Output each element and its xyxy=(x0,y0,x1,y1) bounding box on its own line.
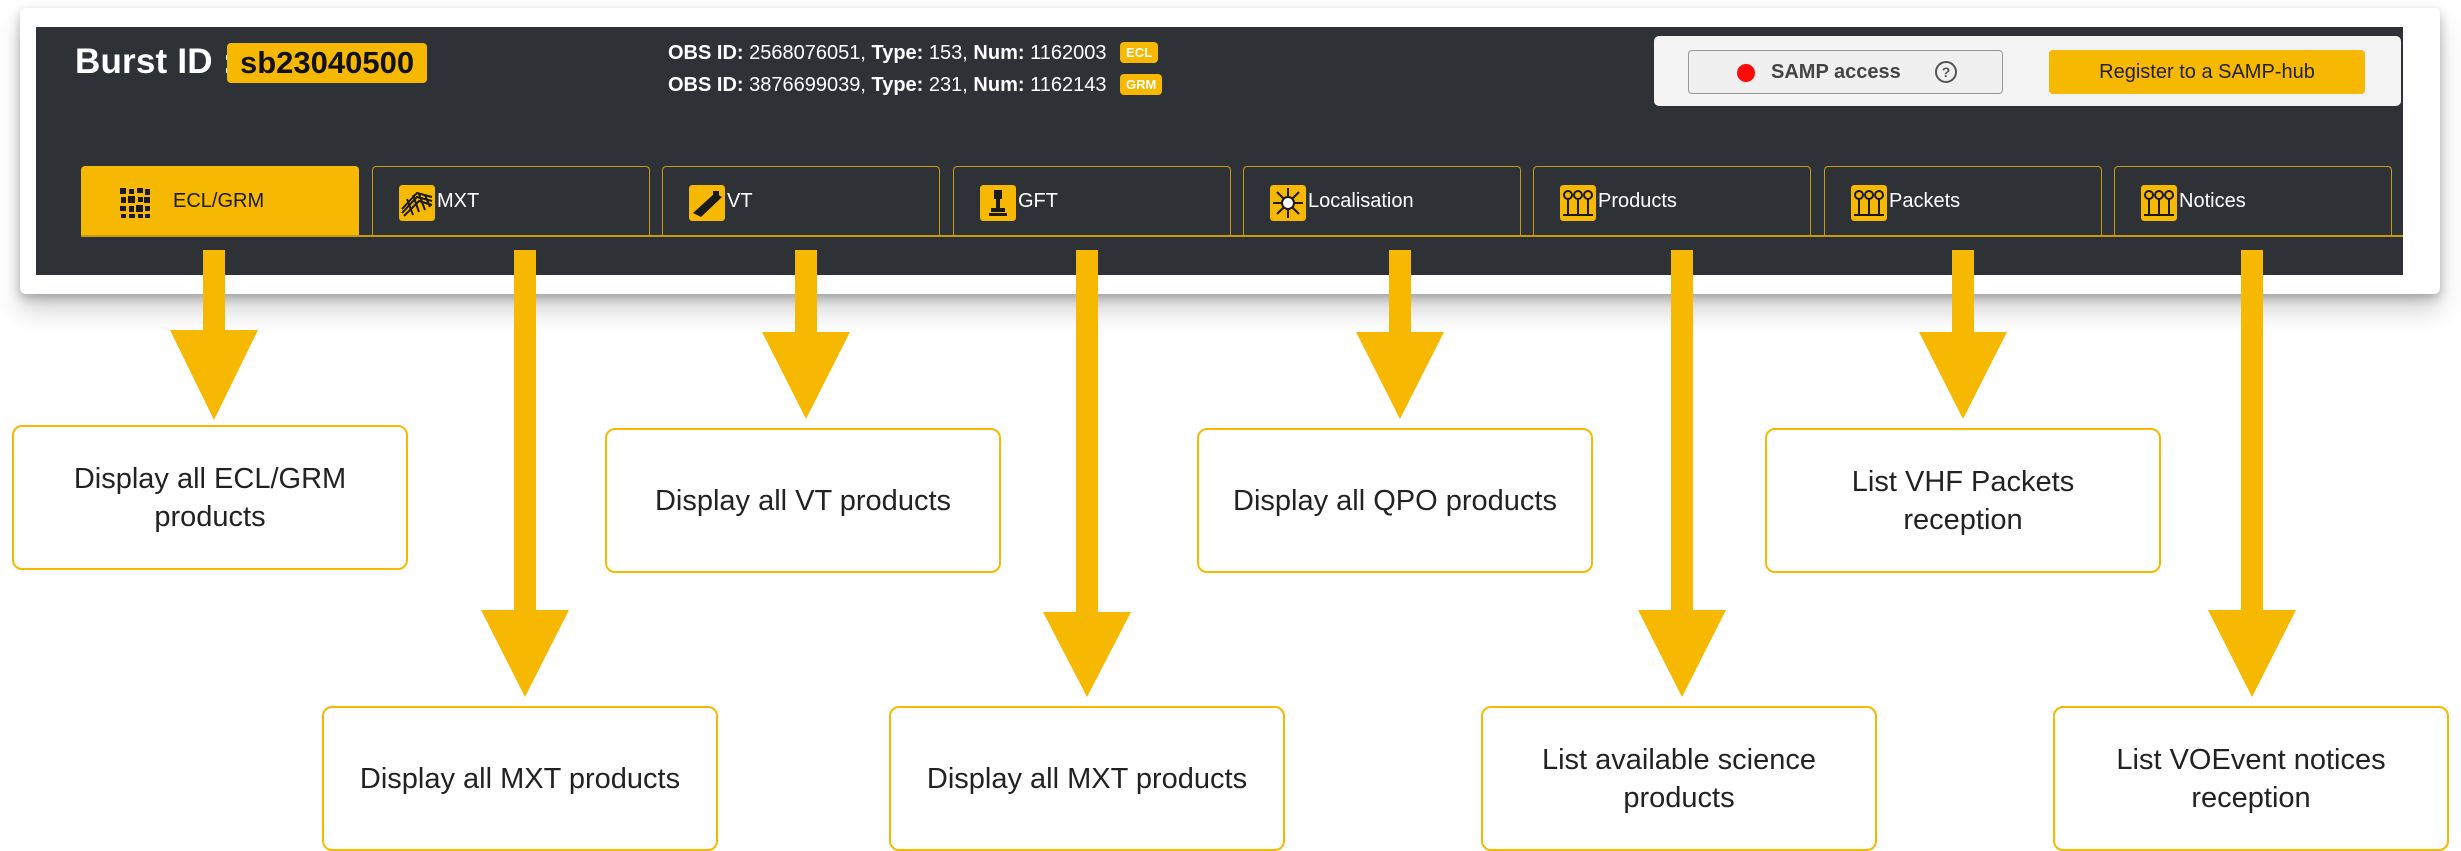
callout-vt: Display all VT products xyxy=(605,428,1001,573)
arrow-notices xyxy=(2208,250,2296,697)
arrow-packets xyxy=(1919,250,2007,419)
callout-ecl-grm: Display all ECL/GRM products xyxy=(12,425,408,570)
callout-packets: List VHF Packets reception xyxy=(1765,428,2161,573)
arrow-gft xyxy=(1043,250,1131,697)
callout-gft: Display all MXT products xyxy=(889,706,1285,851)
arrow-ecl-grm xyxy=(170,250,258,420)
arrow-localisation xyxy=(1356,250,1444,419)
callout-products: List available science products xyxy=(1481,706,1877,851)
callout-notices: List VOEvent notices reception xyxy=(2053,706,2449,851)
callout-localisation: Display all QPO products xyxy=(1197,428,1593,573)
arrow-products xyxy=(1638,250,1726,697)
arrow-mxt xyxy=(481,250,569,697)
arrow-vt xyxy=(762,250,850,419)
callout-mxt: Display all MXT products xyxy=(322,706,718,851)
